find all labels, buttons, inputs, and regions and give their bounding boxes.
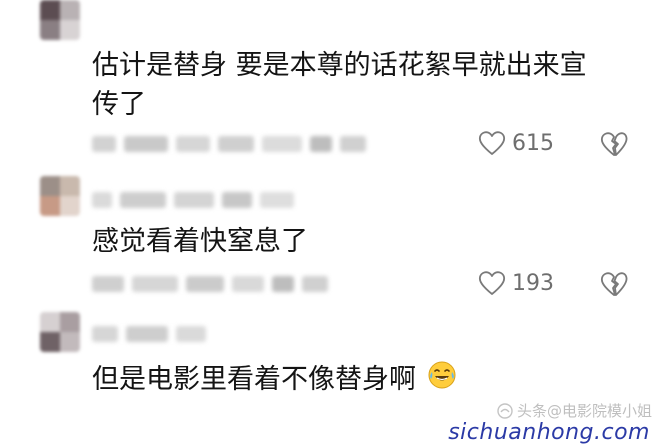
like-button[interactable]: 615 [478, 130, 554, 156]
avatar[interactable] [40, 0, 80, 40]
comment-meta-blurred [92, 136, 366, 152]
username-blurred [92, 192, 294, 208]
like-count: 193 [512, 270, 554, 296]
comment-text-content: 但是电影里看着不像替身啊 [92, 364, 416, 395]
comment-thread: 估计是替身 要是本尊的话花絮早就出来宣 传了 615 感觉看着快窒息了 193 … [0, 0, 660, 447]
comment-text: 但是电影里看着不像替身啊 [92, 360, 457, 401]
comment-text-line: 估计是替身 要是本尊的话花絮早就出来宣 [92, 50, 587, 81]
dislike-button[interactable] [600, 131, 628, 157]
avatar[interactable] [40, 312, 80, 352]
broken-heart-icon [600, 271, 628, 297]
watermark-account-text: 头条@电影院模小姐 [516, 402, 652, 420]
laughing-crying-emoji-icon [427, 360, 457, 401]
broken-heart-icon [600, 131, 628, 157]
username-blurred [92, 326, 206, 342]
comment-text: 感觉看着快窒息了 [92, 222, 308, 261]
dislike-button[interactable] [600, 271, 628, 297]
heart-outline-icon [478, 270, 506, 296]
like-count: 615 [512, 130, 554, 156]
account-watermark: 头条@电影院模小姐 [497, 400, 652, 421]
avatar[interactable] [40, 176, 80, 216]
site-watermark: sichuanhong.com [448, 420, 650, 445]
like-button[interactable]: 193 [478, 270, 554, 296]
comment-text-line: 感觉看着快窒息了 [92, 226, 308, 257]
comment-meta-blurred [92, 276, 328, 292]
wechat-channel-icon [497, 402, 513, 419]
comment-text-line: 但是电影里看着不像替身啊 [92, 360, 457, 401]
comment-text-line: 传了 [92, 89, 146, 120]
heart-outline-icon [478, 130, 506, 156]
comment-text: 估计是替身 要是本尊的话花絮早就出来宣 传了 [92, 46, 587, 124]
